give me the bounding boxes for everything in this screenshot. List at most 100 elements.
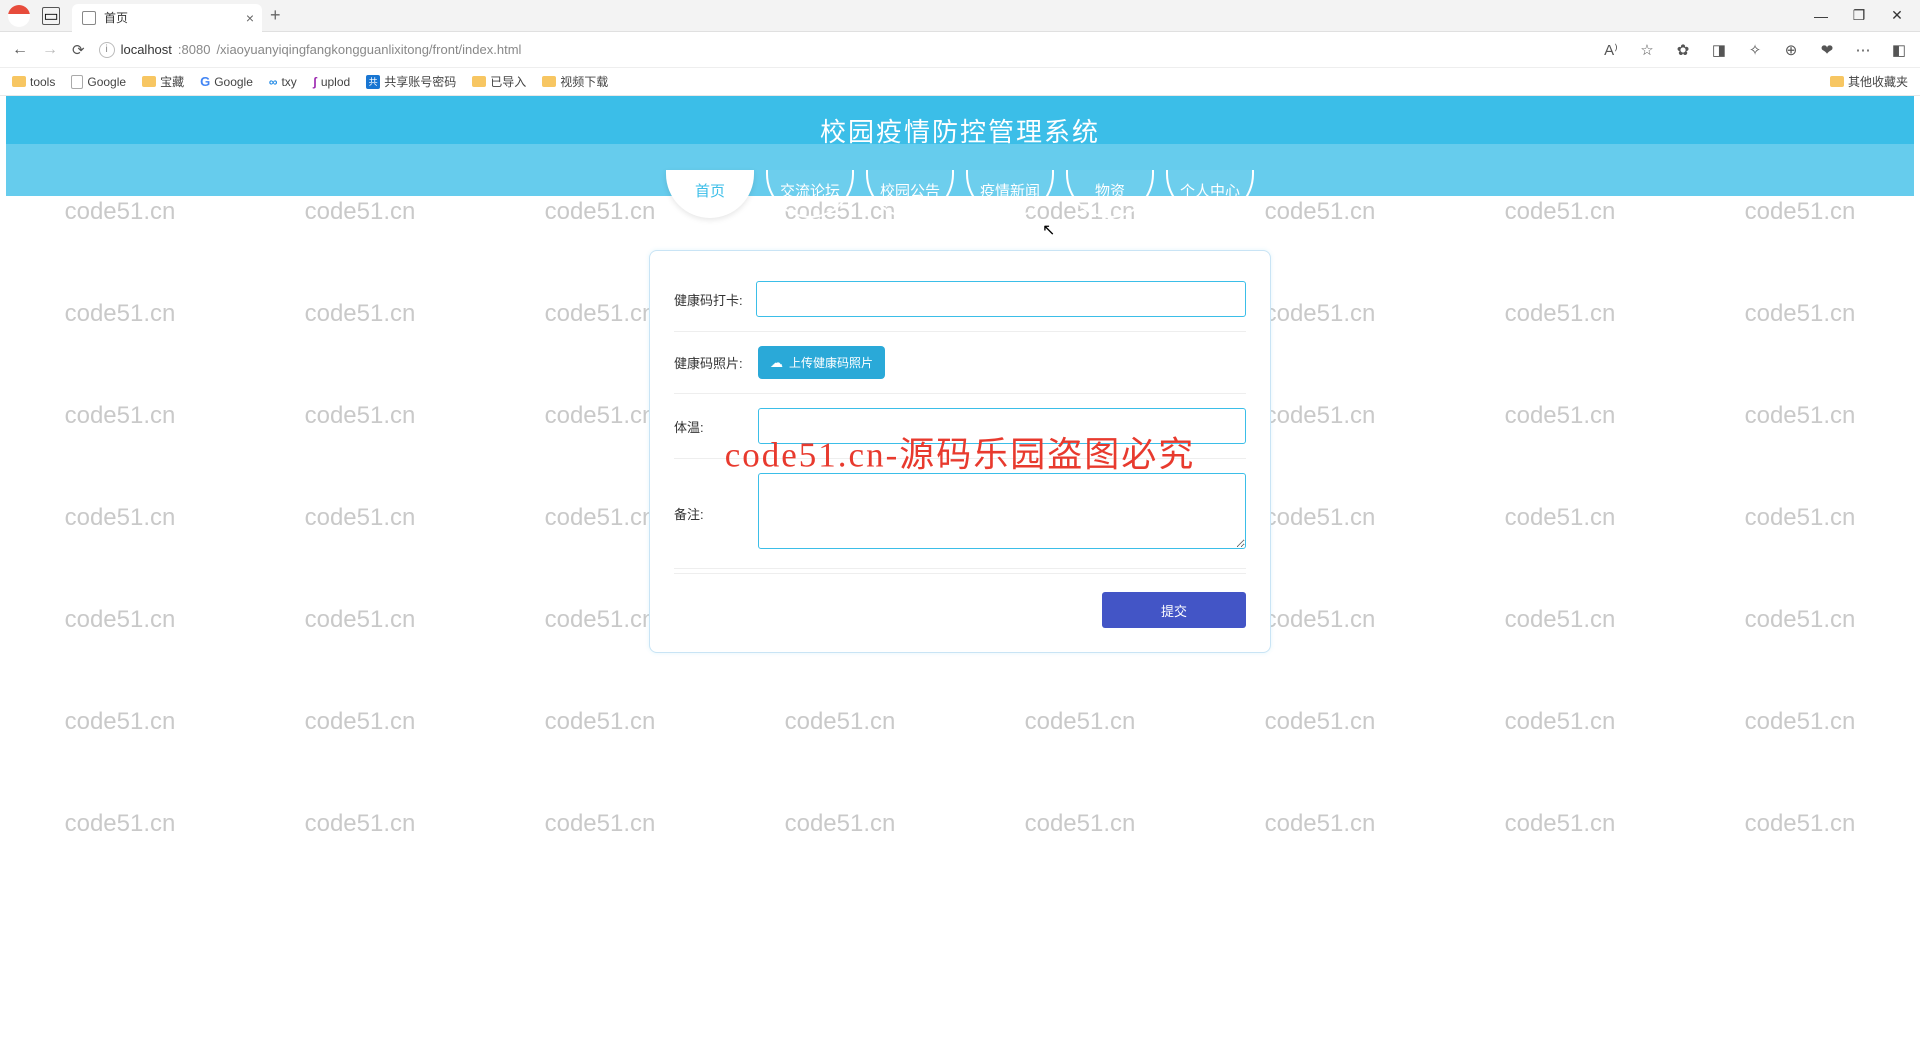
watermark-text: code51.cn <box>0 708 240 736</box>
watermark-text: code51.cn <box>0 606 240 634</box>
cloud-upload-icon: ☁ <box>770 355 783 371</box>
bookmark-baozang[interactable]: 宝藏 <box>142 73 184 90</box>
extension-icon[interactable]: ✿ <box>1674 41 1692 59</box>
watermark-text: code51.cn <box>1200 708 1440 736</box>
row-health-photo: 健康码照片: ☁ 上传健康码照片 <box>674 332 1246 394</box>
nav-item-4[interactable]: 物资 <box>1066 170 1154 218</box>
watermark-text: code51.cn <box>0 810 240 838</box>
close-window-button[interactable]: ✕ <box>1890 9 1904 23</box>
bookmark-tools[interactable]: tools <box>12 75 55 89</box>
split-icon[interactable]: ◨ <box>1710 41 1728 59</box>
watermark-text: code51.cn <box>0 198 240 226</box>
input-health-checkin[interactable] <box>756 281 1246 317</box>
collections-icon[interactable]: ✧ <box>1746 41 1764 59</box>
watermark-text: code51.cn <box>1680 810 1920 838</box>
input-temperature[interactable] <box>758 408 1246 444</box>
row-temperature: 体温: <box>674 394 1246 459</box>
upload-photo-button[interactable]: ☁ 上传健康码照片 <box>758 346 885 379</box>
favorite-icon[interactable]: ☆ <box>1638 41 1656 59</box>
watermark-text: code51.cn <box>1680 504 1920 532</box>
profile-avatar[interactable] <box>8 5 30 27</box>
nav-item-5[interactable]: 个人中心 <box>1166 170 1254 218</box>
sidebar-icon[interactable]: ◧ <box>1890 41 1908 59</box>
watermark-text: code51.cn <box>1200 810 1440 838</box>
reload-button[interactable]: ⟳ <box>72 41 85 59</box>
watermark-text: code51.cn <box>1440 606 1680 634</box>
watermark-text: code51.cn <box>720 708 960 736</box>
row-health-checkin: 健康码打卡: <box>674 267 1246 332</box>
performance-icon[interactable]: ❤ <box>1818 41 1836 59</box>
watermark-text: code51.cn <box>0 402 240 430</box>
bookmark-imported[interactable]: 已导入 <box>472 73 526 90</box>
mouse-cursor-icon: ↖ <box>1042 220 1055 240</box>
watermark-text: code51.cn <box>720 810 960 838</box>
watermark-text: code51.cn <box>240 300 480 328</box>
form-card: 健康码打卡: 健康码照片: ☁ 上传健康码照片 体温: 备注: 提交 code5… <box>649 250 1271 653</box>
watermark-text: code51.cn <box>240 198 480 226</box>
watermark-text: code51.cn <box>240 402 480 430</box>
url-input[interactable]: i localhost:8080/xiaoyuanyiqingfangkongg… <box>99 42 1588 58</box>
watermark-text: code51.cn <box>240 606 480 634</box>
site-title: 校园疫情防控管理系统 <box>6 96 1914 149</box>
maximize-button[interactable]: ❐ <box>1852 9 1866 23</box>
toolbar-icons: A⁾ ☆ ✿ ◨ ✧ ⊕ ❤ ⋯ ◧ <box>1602 41 1908 59</box>
watermark-text: code51.cn <box>1440 300 1680 328</box>
nav-item-3[interactable]: 疫情新闻 <box>966 170 1054 218</box>
page-icon <box>71 75 83 89</box>
label-remark: 备注: <box>674 504 758 523</box>
watermark-text: code51.cn <box>240 708 480 736</box>
browser-tab[interactable]: 首页 × <box>72 4 262 32</box>
watermark-text: code51.cn <box>1440 504 1680 532</box>
more-icon[interactable]: ⋯ <box>1854 41 1872 59</box>
site-banner: 校园疫情防控管理系统 首页交流论坛校园公告疫情新闻物资个人中心 <box>6 96 1914 196</box>
bookmark-google2[interactable]: GGoogle <box>200 74 253 89</box>
browser-titlebar: ▭ 首页 × + — ❐ ✕ <box>0 0 1920 32</box>
uplod-icon: ʃ <box>313 75 317 89</box>
nav-item-1[interactable]: 交流论坛 <box>766 170 854 218</box>
folder-icon <box>142 76 156 87</box>
bookmark-google[interactable]: Google <box>71 75 126 89</box>
watermark-text: code51.cn <box>0 504 240 532</box>
bookmark-video[interactable]: 视频下载 <box>542 73 608 90</box>
watermark-text: code51.cn <box>240 504 480 532</box>
folder-icon <box>12 76 26 87</box>
window-controls: — ❐ ✕ <box>1814 9 1912 23</box>
read-aloud-icon[interactable]: A⁾ <box>1602 41 1620 59</box>
site-info-icon[interactable]: i <box>99 42 115 58</box>
bookmark-uplod[interactable]: ʃuplod <box>313 75 350 89</box>
upload-btn-label: 上传健康码照片 <box>789 354 873 371</box>
bookmark-share[interactable]: 共共享账号密码 <box>366 73 456 90</box>
textarea-remark[interactable] <box>758 473 1246 549</box>
watermark-text: code51.cn <box>0 300 240 328</box>
watermark-text: code51.cn <box>1440 402 1680 430</box>
watermark-text: code51.cn <box>1680 606 1920 634</box>
sync-icon[interactable]: ⊕ <box>1782 41 1800 59</box>
watermark-text: code51.cn <box>1440 198 1680 226</box>
watermark-text: code51.cn <box>1680 402 1920 430</box>
watermark-text: code51.cn <box>480 810 720 838</box>
label-health-checkin: 健康码打卡: <box>674 290 756 309</box>
url-host: localhost <box>121 42 172 57</box>
bookmark-txy[interactable]: ∞txy <box>269 75 297 89</box>
nav-item-0[interactable]: 首页 <box>666 170 754 218</box>
watermark-text: code51.cn <box>1440 810 1680 838</box>
minimize-button[interactable]: — <box>1814 9 1828 23</box>
submit-button[interactable]: 提交 <box>1102 592 1246 628</box>
watermark-text: code51.cn <box>1440 708 1680 736</box>
watermark-text: code51.cn <box>960 708 1200 736</box>
url-port: :8080 <box>178 42 211 57</box>
back-button[interactable]: ← <box>12 41 28 59</box>
page-content: code51.cncode51.cncode51.cncode51.cncode… <box>0 96 1920 1042</box>
folder-icon <box>1830 76 1844 87</box>
bookmark-other[interactable]: 其他收藏夹 <box>1830 73 1908 90</box>
watermark-text: code51.cn <box>1680 708 1920 736</box>
main-nav: 首页交流论坛校园公告疫情新闻物资个人中心 <box>666 170 1254 218</box>
close-icon[interactable]: × <box>246 10 254 26</box>
txy-icon: ∞ <box>269 75 278 89</box>
row-remark: 备注: <box>674 459 1246 569</box>
forward-button: → <box>42 41 58 59</box>
tab-overview-icon[interactable]: ▭ <box>42 7 60 25</box>
folder-icon <box>542 76 556 87</box>
nav-item-2[interactable]: 校园公告 <box>866 170 954 218</box>
new-tab-button[interactable]: + <box>270 5 281 26</box>
